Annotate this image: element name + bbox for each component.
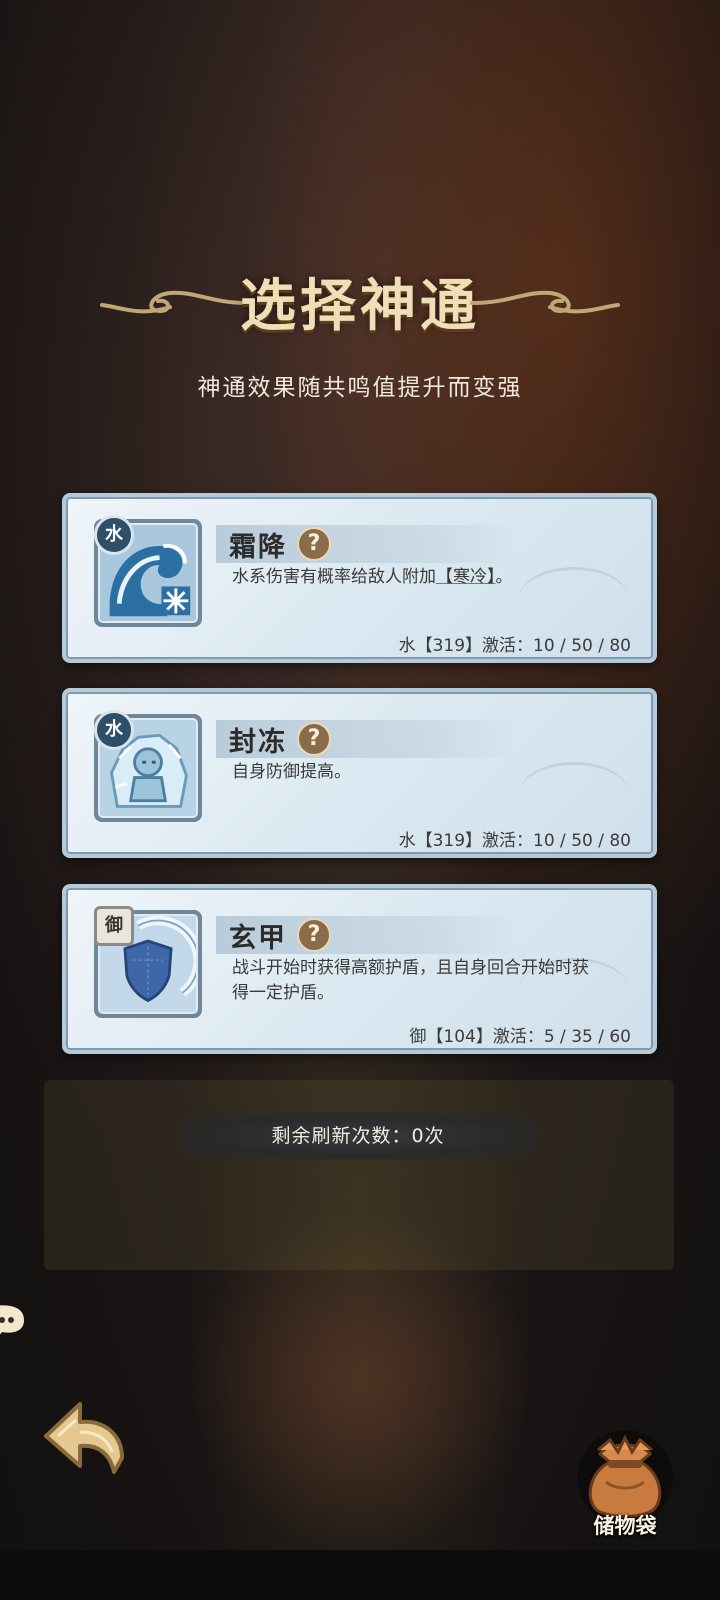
refresh-count: 剩余刷新次数：0次 — [178, 1112, 538, 1160]
water-element-badge: 水 — [94, 515, 134, 555]
activation-requirement: 水【319】激活：10 / 50 / 80 — [398, 636, 631, 656]
help-button[interactable]: ? — [297, 918, 331, 952]
storage-bag-label: 储物袋 — [593, 1514, 657, 1538]
keyword-link[interactable]: 【寒冷】 — [436, 567, 496, 587]
defense-element-badge: 御 — [94, 906, 134, 946]
bottom-bar — [0, 1550, 720, 1600]
title-area: 选择神通 — [0, 255, 720, 345]
blurred-background-panel — [44, 1080, 674, 1270]
skill-card-armor[interactable]: 御 玄甲 ? 战斗开始时获得高额护盾，且自身回合开始时获得一定护盾。 御【104… — [62, 884, 657, 1054]
water-element-badge: 水 — [94, 710, 134, 750]
description-text: 水系伤害有概率给敌人附加 — [232, 567, 436, 587]
activation-requirement: 御【104】激活：5 / 35 / 60 — [409, 1027, 631, 1047]
help-button[interactable]: ? — [297, 722, 331, 756]
description-text-end: 。 — [495, 567, 513, 587]
skill-description: 水系伤害有概率给敌人附加【寒冷】。 — [232, 565, 612, 590]
activation-requirement: 水【319】激活：10 / 50 / 80 — [398, 831, 631, 851]
back-arrow-icon[interactable] — [40, 1392, 130, 1482]
skill-card-frost[interactable]: 水 霜降 ? 水系伤害有概率给敌人附加【寒冷】。 水【319】激活：10 / 5… — [62, 493, 657, 663]
skill-name: 玄甲 — [229, 923, 287, 954]
skill-description: 战斗开始时获得高额护盾，且自身回合开始时获得一定护盾。 — [232, 956, 592, 1006]
description-text: 战斗开始时获得高额护盾，且自身回合开始时获得一定护盾。 — [232, 958, 589, 1003]
chat-bubble-icon[interactable] — [0, 1300, 30, 1344]
skill-name: 封冻 — [229, 727, 287, 758]
description-text: 自身防御提高。 — [232, 762, 351, 782]
help-button[interactable]: ? — [297, 527, 331, 561]
skill-description: 自身防御提高。 — [232, 760, 612, 785]
page-subtitle: 神通效果随共鸣值提升而变强 — [197, 375, 523, 401]
cloud-swirl-right-icon — [470, 290, 620, 314]
skill-card-freeze[interactable]: 水 封冻 ? 自身防御提高。 水【319】激活：10 / 50 / 80 — [62, 688, 657, 858]
storage-bag-button[interactable]: 储物袋 — [570, 1420, 680, 1538]
skill-name: 霜降 — [229, 532, 287, 563]
